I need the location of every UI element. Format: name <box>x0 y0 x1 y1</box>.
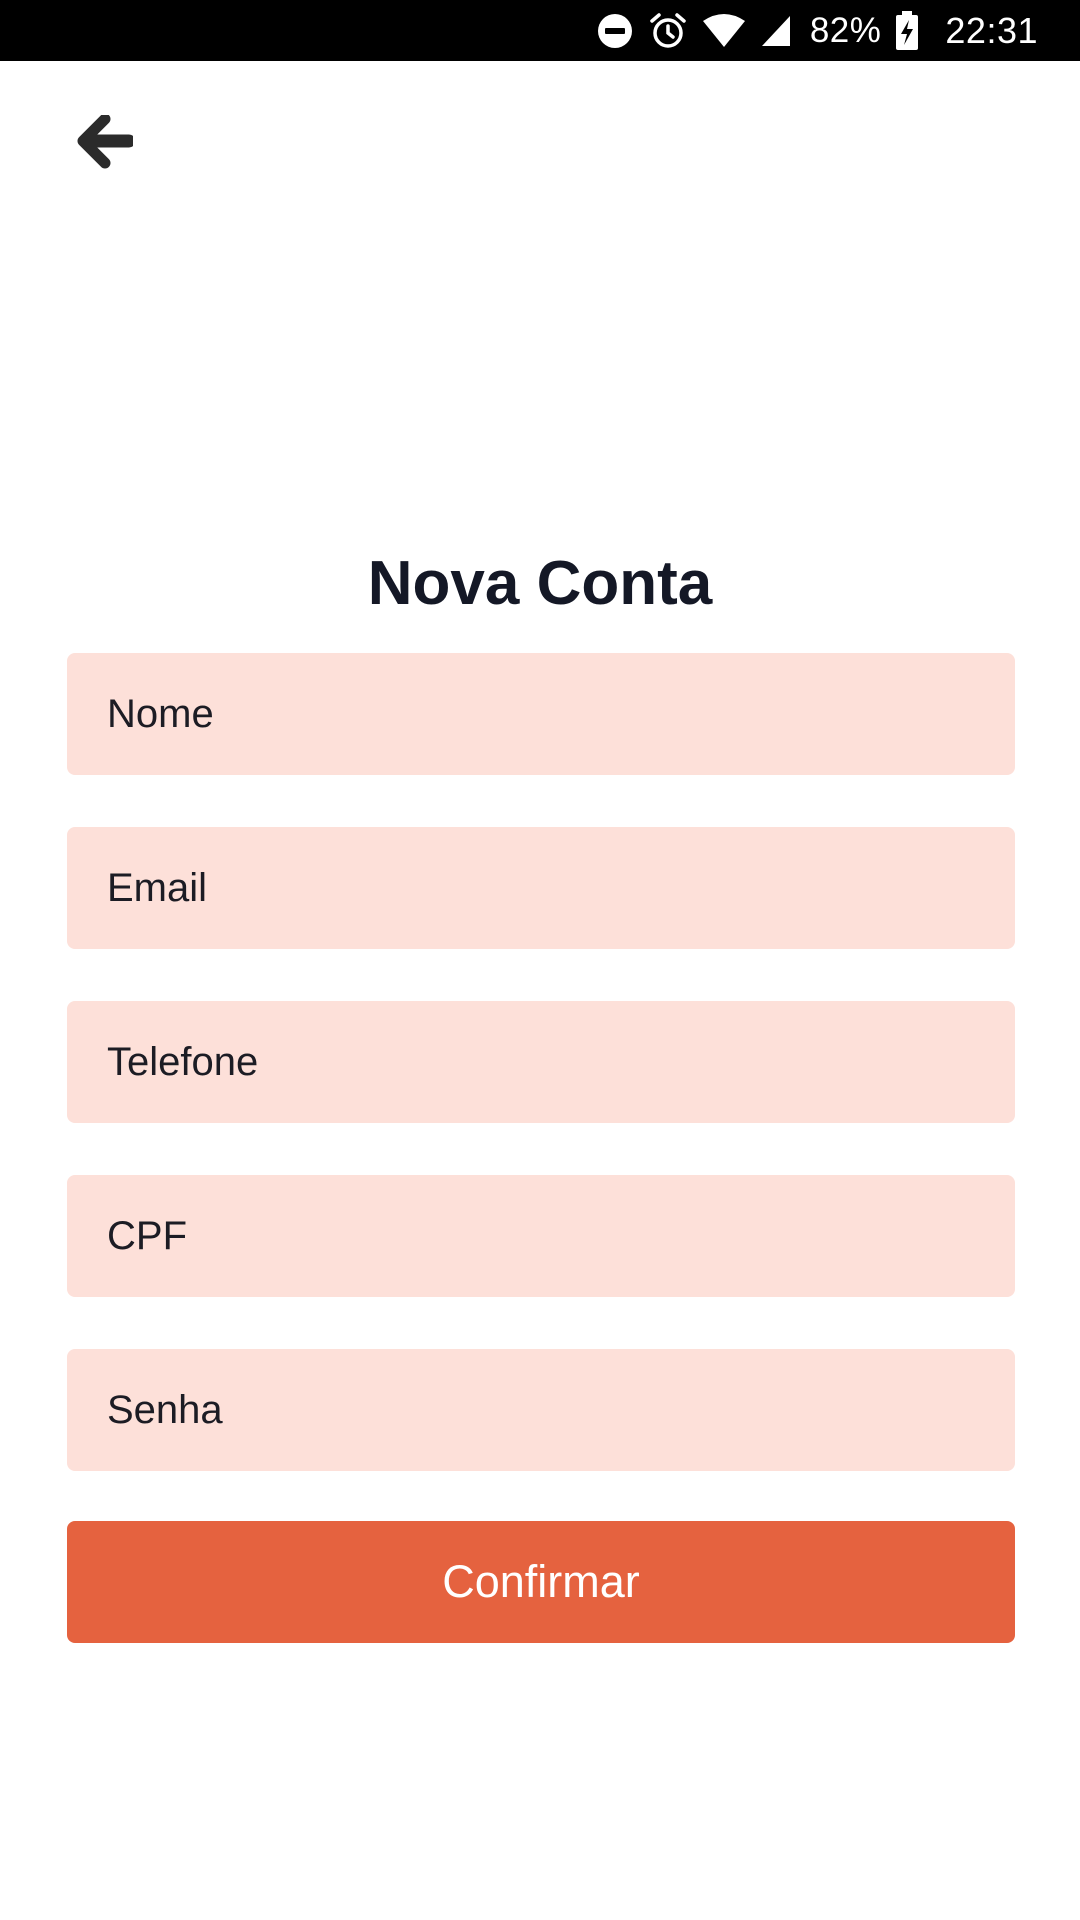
password-field[interactable] <box>67 1349 1015 1471</box>
cpf-field[interactable] <box>67 1175 1015 1297</box>
cell-signal-icon <box>760 14 792 48</box>
clock-time: 22:31 <box>945 9 1038 51</box>
wifi-icon <box>702 13 746 49</box>
status-bar: 82% 22:31 <box>0 0 1080 61</box>
name-field[interactable] <box>67 653 1015 775</box>
arrow-left-icon <box>77 113 136 176</box>
cpf-input[interactable] <box>107 1175 1015 1297</box>
battery-percentage: 82% <box>809 10 882 50</box>
confirm-button[interactable]: Confirmar <box>67 1521 1015 1643</box>
battery-charging-icon <box>895 10 919 51</box>
password-input[interactable] <box>107 1349 1015 1471</box>
page-title: Nova Conta <box>367 549 713 618</box>
do-not-disturb-icon <box>596 12 634 50</box>
phone-input[interactable] <box>107 1001 1015 1123</box>
back-button[interactable] <box>72 112 138 178</box>
phone-field[interactable] <box>67 1001 1015 1123</box>
new-account-form: Confirmar <box>67 653 1015 1643</box>
email-input[interactable] <box>107 827 1015 949</box>
name-input[interactable] <box>107 653 1015 775</box>
alarm-icon <box>648 11 688 51</box>
email-field[interactable] <box>67 827 1015 949</box>
